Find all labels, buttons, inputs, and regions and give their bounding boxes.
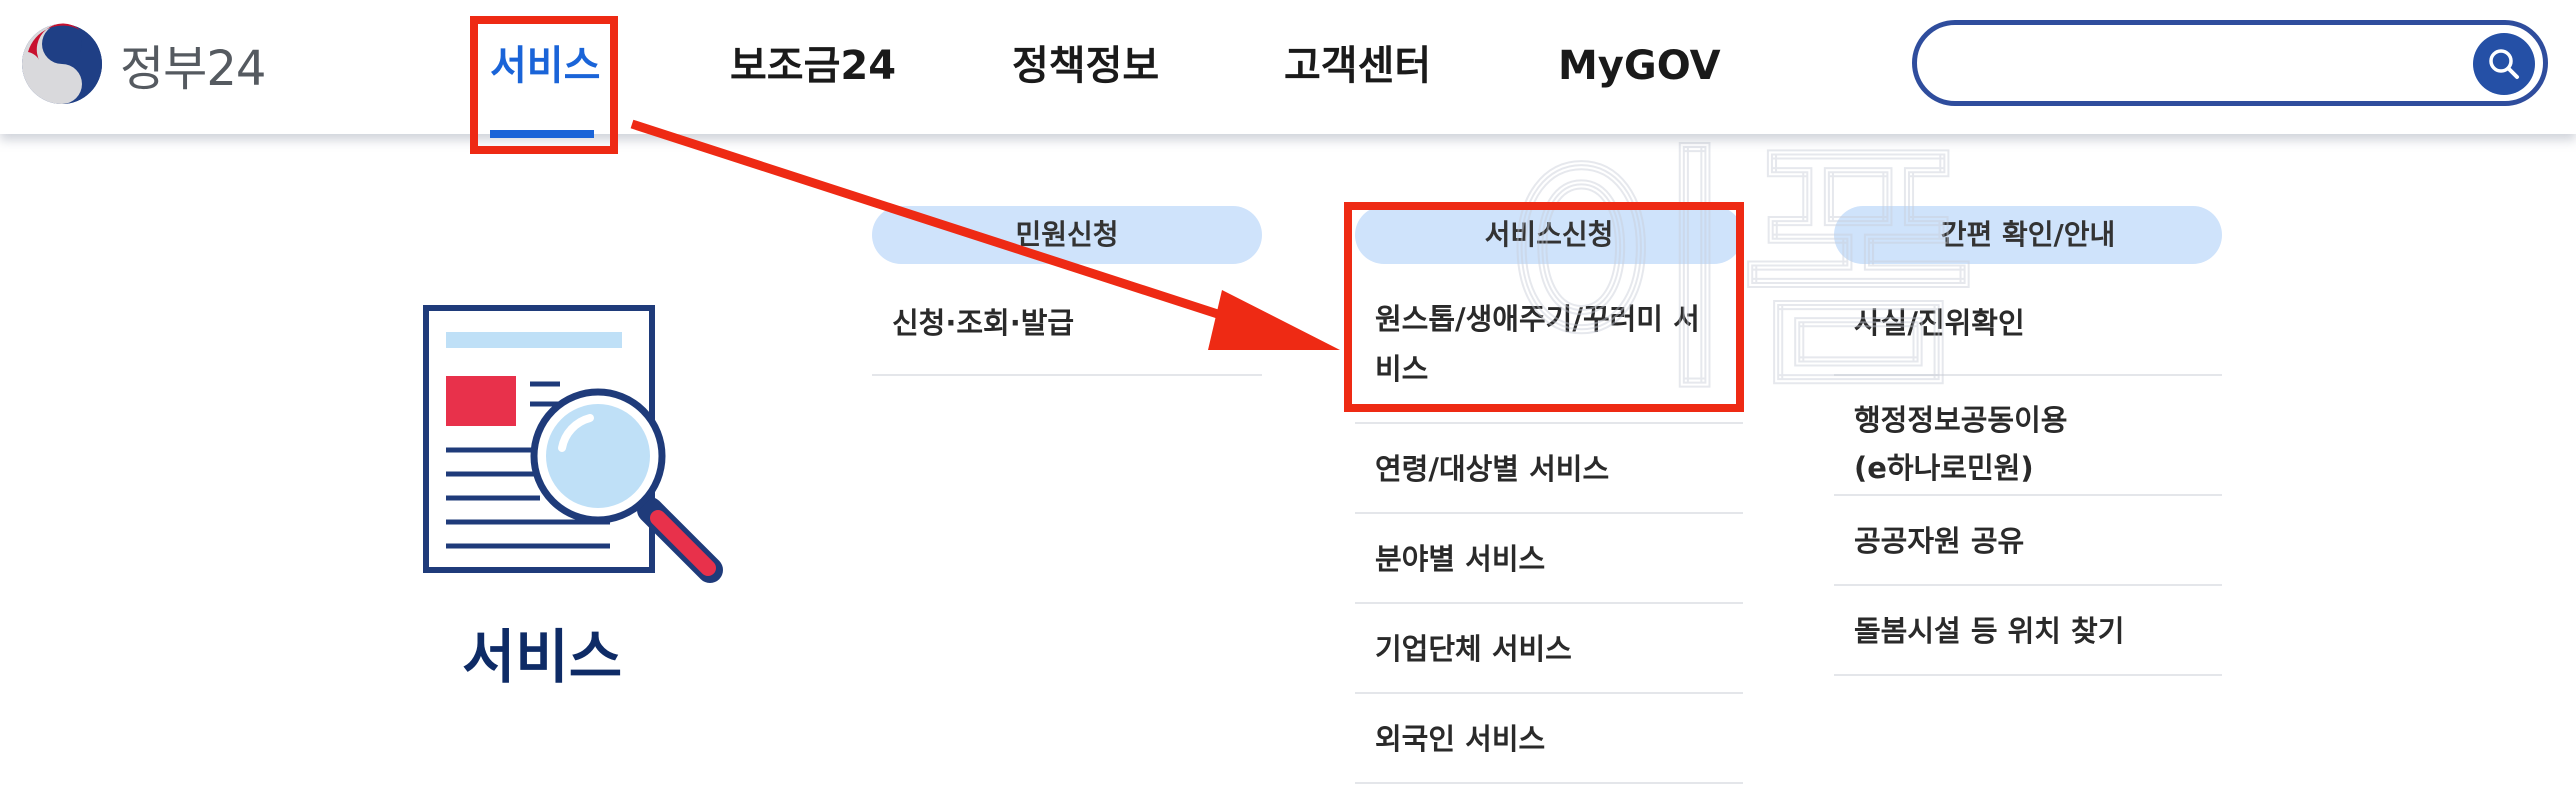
taegeuk-logo-icon [22, 23, 102, 104]
menu-item-label: 신청·조회·발급 [892, 306, 1075, 340]
menu-column-civil-petition: 민원신청 신청·조회·발급 [872, 206, 1262, 376]
search-icon [2489, 49, 2519, 79]
document-magnifier-icon [423, 305, 723, 583]
nav-policy-info[interactable]: 정책정보 [1012, 36, 1159, 96]
menu-item-label: 돌봄시설 등 위치 찾기 [1854, 614, 2125, 648]
menu-item-label: 외국인 서비스 [1375, 722, 1546, 756]
menu-item-label: 기업단체 서비스 [1375, 632, 1572, 666]
search-input[interactable] [1947, 39, 2451, 89]
column-heading: 민원신청 [872, 206, 1262, 264]
menu-item-label: 분야별 서비스 [1375, 542, 1546, 576]
menu-item-foreigner[interactable]: 외국인 서비스 [1355, 694, 1743, 784]
menu-item-label: 공공자원 공유 [1854, 524, 2025, 558]
section-title: 서비스 [462, 623, 623, 691]
nav-subsidy24[interactable]: 보조금24 [730, 36, 896, 96]
gov24-logo[interactable]: 정부24 [20, 22, 266, 106]
menu-item-apply-view-issue[interactable]: 신청·조회·발급 [872, 264, 1262, 376]
annotation-box-service-nav [470, 16, 618, 154]
logo-text: 정부24 [120, 41, 266, 97]
nav-customer-center[interactable]: 고객센터 [1284, 36, 1431, 96]
menu-item-business-org[interactable]: 기업단체 서비스 [1355, 604, 1743, 694]
top-header: 정부24 서비스 보조금24 정책정보 고객센터 MyGOV [0, 0, 2576, 134]
menu-item-label: 연령/대상별 서비스 [1375, 452, 1610, 486]
menu-item-public-resource[interactable]: 공공자원 공유 [1834, 496, 2222, 586]
nav-mygov[interactable]: MyGOV [1558, 36, 1721, 96]
search-box [1912, 20, 2548, 106]
annotation-box-onestop-item [1344, 202, 1744, 412]
search-button[interactable] [2473, 33, 2535, 95]
menu-item-care-facility-map[interactable]: 돌봄시설 등 위치 찾기 [1834, 586, 2222, 676]
menu-item-by-field[interactable]: 분야별 서비스 [1355, 514, 1743, 604]
menu-item-age-target[interactable]: 연령/대상별 서비스 [1355, 424, 1743, 514]
